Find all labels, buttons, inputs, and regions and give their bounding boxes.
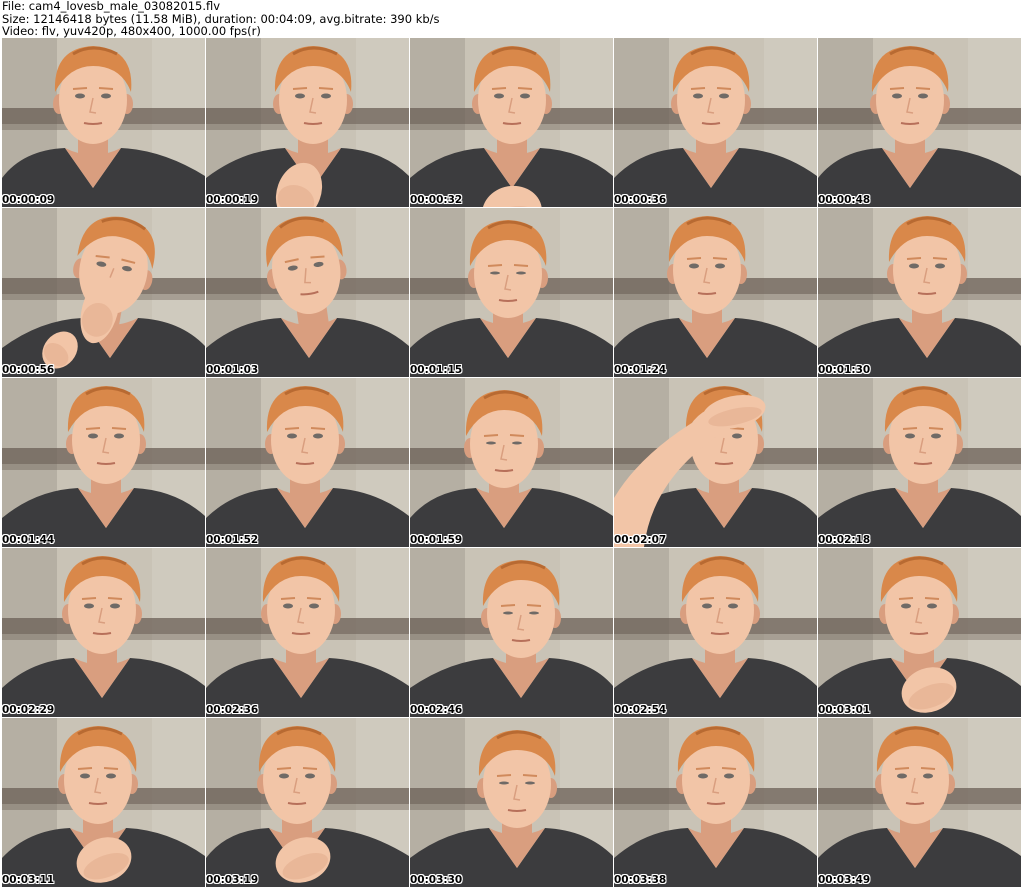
frame-timestamp: 00:02:46 xyxy=(410,704,463,716)
video-frame-thumbnail: 00:03:49 xyxy=(818,718,1021,887)
frame-timestamp: 00:01:30 xyxy=(818,364,871,376)
video-frame-thumbnail: 00:00:32 xyxy=(410,38,613,207)
frame-scene xyxy=(410,38,613,207)
frame-scene xyxy=(2,38,205,207)
frame-scene xyxy=(818,718,1021,887)
frame-timestamp: 00:01:24 xyxy=(614,364,667,376)
frame-timestamp: 00:02:07 xyxy=(614,534,667,546)
frame-timestamp: 00:01:03 xyxy=(206,364,259,376)
video-frame-thumbnail: 00:01:15 xyxy=(410,208,613,377)
frame-scene xyxy=(614,378,817,547)
frame-timestamp: 00:00:19 xyxy=(206,194,259,206)
frame-scene xyxy=(614,718,817,887)
video-frame-thumbnail: 00:00:56 xyxy=(2,208,205,377)
frame-timestamp: 00:00:56 xyxy=(2,364,55,376)
frame-scene xyxy=(206,378,409,547)
video-frame-thumbnail: 00:00:36 xyxy=(614,38,817,207)
frame-timestamp: 00:03:11 xyxy=(2,874,55,886)
frame-scene xyxy=(818,208,1021,377)
video-frame-thumbnail: 00:01:24 xyxy=(614,208,817,377)
video-frame-thumbnail: 00:03:19 xyxy=(206,718,409,887)
frame-timestamp: 00:03:38 xyxy=(614,874,667,886)
video-frame-thumbnail: 00:03:30 xyxy=(410,718,613,887)
frame-scene xyxy=(206,208,409,377)
frame-scene xyxy=(410,718,613,887)
file-name-line: File: cam4_lovesb_male_03082015.flv xyxy=(2,0,221,13)
frame-timestamp: 00:03:30 xyxy=(410,874,463,886)
video-frame-thumbnail: 00:03:38 xyxy=(614,718,817,887)
frame-scene xyxy=(410,378,613,547)
video-frame-thumbnail: 00:02:07 xyxy=(614,378,817,547)
frame-timestamp: 00:01:15 xyxy=(410,364,463,376)
frame-scene xyxy=(410,548,613,717)
frame-timestamp: 00:00:32 xyxy=(410,194,463,206)
frame-timestamp: 00:02:18 xyxy=(818,534,871,546)
frame-scene xyxy=(818,38,1021,207)
video-frame-thumbnail: 00:02:54 xyxy=(614,548,817,717)
frame-timestamp: 00:01:59 xyxy=(410,534,463,546)
video-frame-thumbnail: 00:02:18 xyxy=(818,378,1021,547)
frame-scene xyxy=(2,208,205,377)
frame-scene xyxy=(206,38,409,207)
frame-scene xyxy=(410,208,613,377)
video-frame-thumbnail: 00:00:19 xyxy=(206,38,409,207)
video-format-line: Video: flv, yuv420p, 480x400, 1000.00 fp… xyxy=(2,24,261,38)
frame-scene xyxy=(2,378,205,547)
thumbnail-grid: 00:00:09 00:00:19 00:00:32 00:00:36 00:00:48… xyxy=(2,38,1022,888)
video-frame-thumbnail: 00:01:52 xyxy=(206,378,409,547)
frame-timestamp: 00:01:52 xyxy=(206,534,259,546)
frame-scene xyxy=(2,548,205,717)
frame-scene xyxy=(614,548,817,717)
frame-timestamp: 00:00:48 xyxy=(818,194,871,206)
frame-scene xyxy=(2,718,205,887)
frame-timestamp: 00:01:44 xyxy=(2,534,55,546)
frame-scene xyxy=(818,548,1021,717)
frame-timestamp: 00:02:54 xyxy=(614,704,667,716)
video-frame-thumbnail: 00:00:09 xyxy=(2,38,205,207)
video-frame-thumbnail: 00:03:11 xyxy=(2,718,205,887)
frame-timestamp: 00:00:36 xyxy=(614,194,667,206)
frame-timestamp: 00:03:19 xyxy=(206,874,259,886)
video-frame-thumbnail: 00:03:01 xyxy=(818,548,1021,717)
video-frame-thumbnail: 00:01:03 xyxy=(206,208,409,377)
video-frame-thumbnail: 00:01:30 xyxy=(818,208,1021,377)
video-frame-thumbnail: 00:02:36 xyxy=(206,548,409,717)
video-frame-thumbnail: 00:01:59 xyxy=(410,378,613,547)
frame-scene xyxy=(206,548,409,717)
frame-timestamp: 00:03:01 xyxy=(818,704,871,716)
frame-timestamp: 00:00:09 xyxy=(2,194,55,206)
frame-timestamp: 00:02:29 xyxy=(2,704,55,716)
video-info-header: File: cam4_lovesb_male_03082015.flv Size… xyxy=(0,0,1024,38)
frame-timestamp: 00:03:49 xyxy=(818,874,871,886)
frame-scene xyxy=(614,38,817,207)
frame-timestamp: 00:02:36 xyxy=(206,704,259,716)
frame-scene xyxy=(614,208,817,377)
video-frame-thumbnail: 00:00:48 xyxy=(818,38,1021,207)
frame-scene xyxy=(818,378,1021,547)
frame-scene xyxy=(206,718,409,887)
video-frame-thumbnail: 00:01:44 xyxy=(2,378,205,547)
video-frame-thumbnail: 00:02:46 xyxy=(410,548,613,717)
video-frame-thumbnail: 00:02:29 xyxy=(2,548,205,717)
